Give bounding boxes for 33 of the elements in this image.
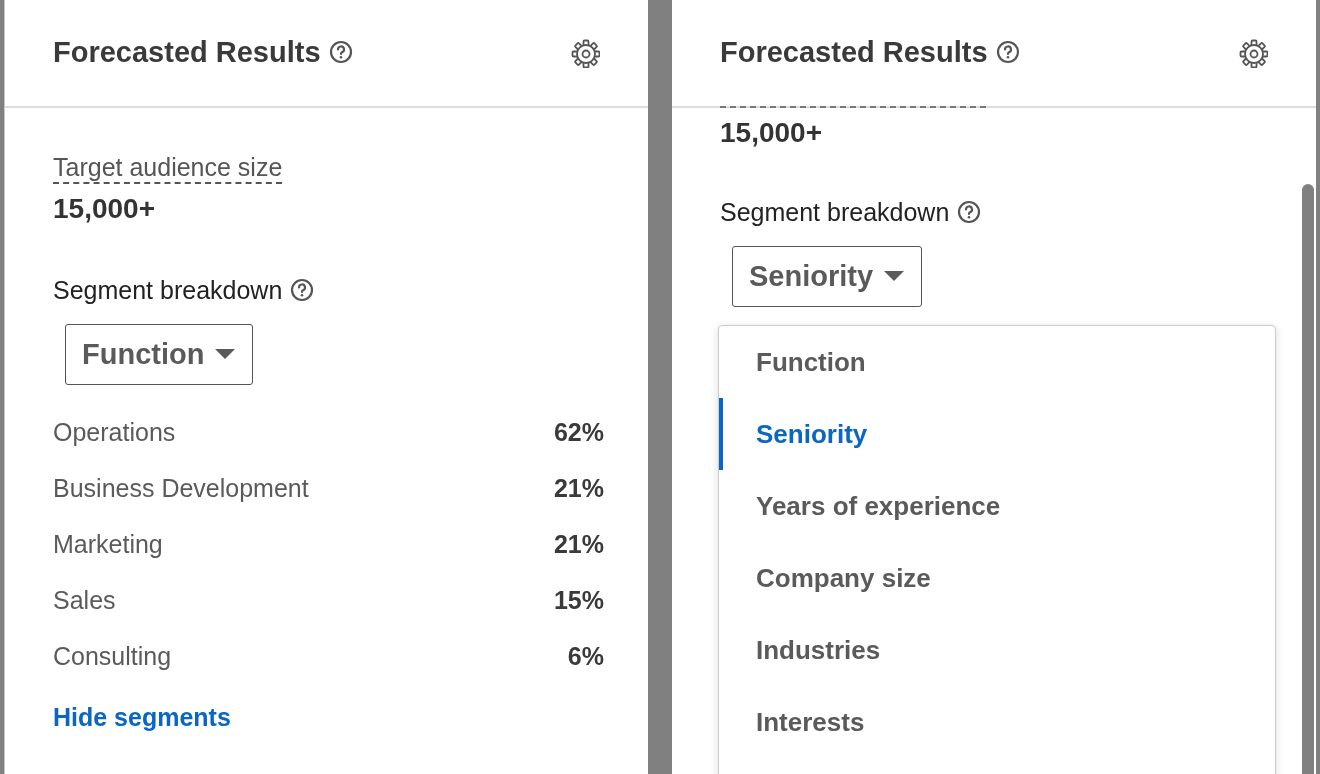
segment-dropdown[interactable]: Function xyxy=(65,323,254,385)
panel-title: Forecasted Results xyxy=(53,35,321,71)
segment-percent: 62% xyxy=(553,417,604,449)
menu-option[interactable]: Seniority xyxy=(719,398,1275,470)
section-label: Segment breakdown xyxy=(53,275,283,306)
segment-percent: 6% xyxy=(567,641,604,673)
segment-percent: 21% xyxy=(553,529,604,561)
menu-option[interactable]: Years of experience xyxy=(719,470,1275,542)
segment-name: Marketing xyxy=(53,529,163,561)
segment-name: Sales xyxy=(53,585,116,617)
menu-option[interactable]: Industries xyxy=(719,614,1275,686)
audience-size-label: Target audience size xyxy=(53,152,283,184)
menu-option[interactable]: Function xyxy=(719,326,1275,398)
segment-name: Operations xyxy=(53,417,176,449)
audience-size-value: 15,000+ xyxy=(53,192,156,226)
panel-title: Forecasted Results xyxy=(720,35,988,71)
segment-dropdown[interactable]: Seniority xyxy=(732,245,923,307)
segment-name: Consulting xyxy=(53,641,172,673)
menu-option[interactable]: Company size xyxy=(719,542,1275,614)
audience-size-value: 15,000+ xyxy=(720,116,823,150)
settings-icon[interactable] xyxy=(1238,38,1268,68)
segment-percent: 15% xyxy=(553,585,604,617)
caret-icon xyxy=(883,270,906,283)
help-icon[interactable] xyxy=(995,40,1022,66)
caret-icon xyxy=(214,348,237,361)
settings-icon[interactable] xyxy=(570,38,600,68)
help-icon[interactable] xyxy=(328,40,355,66)
scrollbar[interactable] xyxy=(1302,184,1314,774)
hide-segments-link[interactable]: Hide segments xyxy=(53,703,231,731)
segment-percent: 21% xyxy=(553,473,604,505)
section-label: Segment breakdown xyxy=(720,197,950,228)
menu-option[interactable]: Interests xyxy=(719,686,1275,758)
segment-name: Business Development xyxy=(53,473,309,505)
